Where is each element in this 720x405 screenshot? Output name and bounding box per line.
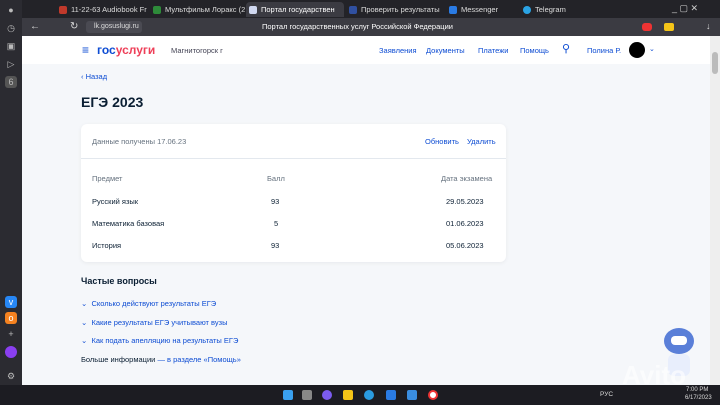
tab-messenger[interactable]: Messenger: [446, 2, 516, 17]
tab-gosuslugi[interactable]: Портал государствен: [246, 2, 344, 17]
nav-documents[interactable]: Документы: [426, 46, 465, 55]
nav-payments[interactable]: Платежи: [478, 46, 508, 55]
app-icon[interactable]: [386, 390, 396, 400]
avatar[interactable]: [629, 42, 645, 58]
yandex-browser-icon[interactable]: [428, 390, 438, 400]
profile-icon[interactable]: ●: [5, 4, 17, 16]
play-icon[interactable]: ▷: [5, 58, 17, 70]
vk-icon[interactable]: v: [5, 296, 17, 308]
menu-icon[interactable]: ≡: [82, 43, 89, 57]
alice-icon[interactable]: [5, 346, 17, 358]
collections-icon[interactable]: ▣: [5, 40, 17, 52]
address-bar: ← ↻ lk.gosuslugi.ru Портал государственн…: [22, 18, 720, 36]
teams-icon[interactable]: [322, 390, 332, 400]
nav-applications[interactable]: Заявления: [379, 46, 417, 55]
faq-item[interactable]: ⌄ Сколько действуют результаты ЕГЭ: [81, 299, 216, 308]
clock-time[interactable]: 7:00 PM: [686, 387, 708, 393]
faq-item-label: Какие результаты ЕГЭ учитывают вузы: [91, 318, 228, 327]
score: 5: [274, 219, 279, 228]
tab-label: Messenger: [461, 5, 499, 14]
task-view-icon[interactable]: [302, 390, 312, 400]
user-name[interactable]: Полина Р.: [587, 46, 621, 55]
tab-label: Мультфильм Лоракс (2: [165, 5, 246, 14]
add-icon[interactable]: +: [5, 328, 17, 340]
window-controls[interactable]: _ ▢ ✕: [672, 3, 698, 14]
url-text: lk.gosuslugi.ru: [94, 23, 139, 30]
logo-part: услуги: [115, 43, 156, 57]
clock-date[interactable]: 6/17/2023: [685, 395, 712, 401]
subject: История: [92, 241, 122, 250]
logo[interactable]: госуслуги: [97, 43, 155, 57]
more-info: Больше информации — в разделе «Помощь»: [81, 355, 241, 364]
page-title-bar: Портал государственных услуг Российской …: [262, 22, 453, 31]
divider: [81, 158, 506, 159]
browser-sidebar: ● ◷ ▣ ▷ 6 v o + ⚙: [0, 0, 22, 385]
back-icon[interactable]: ←: [30, 21, 40, 32]
back-link[interactable]: ‹ Назад: [81, 72, 107, 81]
youtube-icon[interactable]: [642, 23, 652, 31]
start-icon[interactable]: [283, 390, 293, 400]
received-date: Данные получены 17.06.23: [92, 137, 187, 146]
column-header-score: Балл: [267, 174, 285, 183]
refresh-button[interactable]: Обновить: [425, 137, 459, 146]
exam-date: 05.06.2023: [446, 241, 484, 250]
tab-strip: 11-22-63 Audiobook Fr Мультфильм Лоракс …: [22, 0, 720, 18]
page-heading: ЕГЭ 2023: [81, 94, 144, 110]
tab-telegram[interactable]: Telegram: [520, 2, 590, 17]
exam-date: 29.05.2023: [446, 197, 484, 206]
page: ≡ госуслуги Магнитогорск г Заявления Док…: [22, 36, 710, 385]
faq-item-label: Как подать апелляцию на результаты ЕГЭ: [91, 336, 239, 345]
history-icon[interactable]: ◷: [5, 22, 17, 34]
settings-icon[interactable]: ⚙: [5, 370, 17, 382]
ok-icon[interactable]: o: [5, 312, 17, 324]
chevron-down-icon[interactable]: ⌄: [649, 45, 655, 53]
tab-label: Telegram: [535, 5, 566, 14]
search-icon[interactable]: ⚲: [562, 42, 570, 55]
explorer-icon[interactable]: [343, 390, 353, 400]
help-link[interactable]: — в разделе «Помощь»: [157, 355, 240, 364]
results-card: Данные получены 17.06.23 Обновить Удалит…: [81, 124, 506, 262]
tab-label: Портал государствен: [261, 5, 335, 14]
tab-check-results[interactable]: Проверить результаты: [346, 2, 442, 17]
language-indicator[interactable]: РУС: [600, 391, 613, 398]
edge-icon[interactable]: [364, 390, 374, 400]
mail-icon[interactable]: [407, 390, 417, 400]
taskbar: РУС 7:00 PM 6/17/2023: [0, 385, 720, 405]
tab-label: 11-22-63 Audiobook Fr: [71, 5, 147, 14]
subject: Математика базовая: [92, 219, 165, 228]
column-header-subject: Предмет: [92, 174, 123, 183]
tab-audiobook[interactable]: 11-22-63 Audiobook Fr: [56, 2, 148, 17]
tab-label: Проверить результаты: [361, 5, 440, 14]
faq-item[interactable]: ⌄ Как подать апелляцию на результаты ЕГЭ: [81, 336, 238, 345]
tab-lorax[interactable]: Мультфильм Лоракс (2: [150, 2, 246, 17]
faq-item[interactable]: ⌄ Какие результаты ЕГЭ учитывают вузы: [81, 318, 227, 327]
subject: Русский язык: [92, 197, 139, 206]
download-icon[interactable]: ↓: [706, 21, 711, 31]
scrollbar[interactable]: [710, 36, 720, 385]
site-header: ≡ госуслуги Магнитогорск г Заявления Док…: [22, 36, 710, 64]
exam-date: 01.06.2023: [446, 219, 484, 228]
robot-assistant-icon[interactable]: [664, 328, 694, 354]
score: 93: [271, 197, 280, 206]
url-field[interactable]: lk.gosuslugi.ru: [86, 21, 142, 33]
city-selector[interactable]: Магнитогорск г: [171, 46, 223, 55]
more-info-text: Больше информации: [81, 355, 156, 364]
extension-icon[interactable]: [664, 23, 674, 31]
back-label: Назад: [85, 72, 108, 81]
score: 93: [271, 241, 280, 250]
delete-button[interactable]: Удалить: [467, 137, 496, 146]
column-header-date: Дата экзамена: [441, 174, 493, 183]
app-icon[interactable]: 6: [5, 76, 17, 88]
faq-item-label: Сколько действуют результаты ЕГЭ: [91, 299, 217, 308]
reload-icon[interactable]: ↻: [70, 21, 78, 32]
logo-part: гос: [97, 43, 116, 57]
faq-title: Частые вопросы: [81, 276, 157, 286]
nav-help[interactable]: Помощь: [520, 46, 549, 55]
